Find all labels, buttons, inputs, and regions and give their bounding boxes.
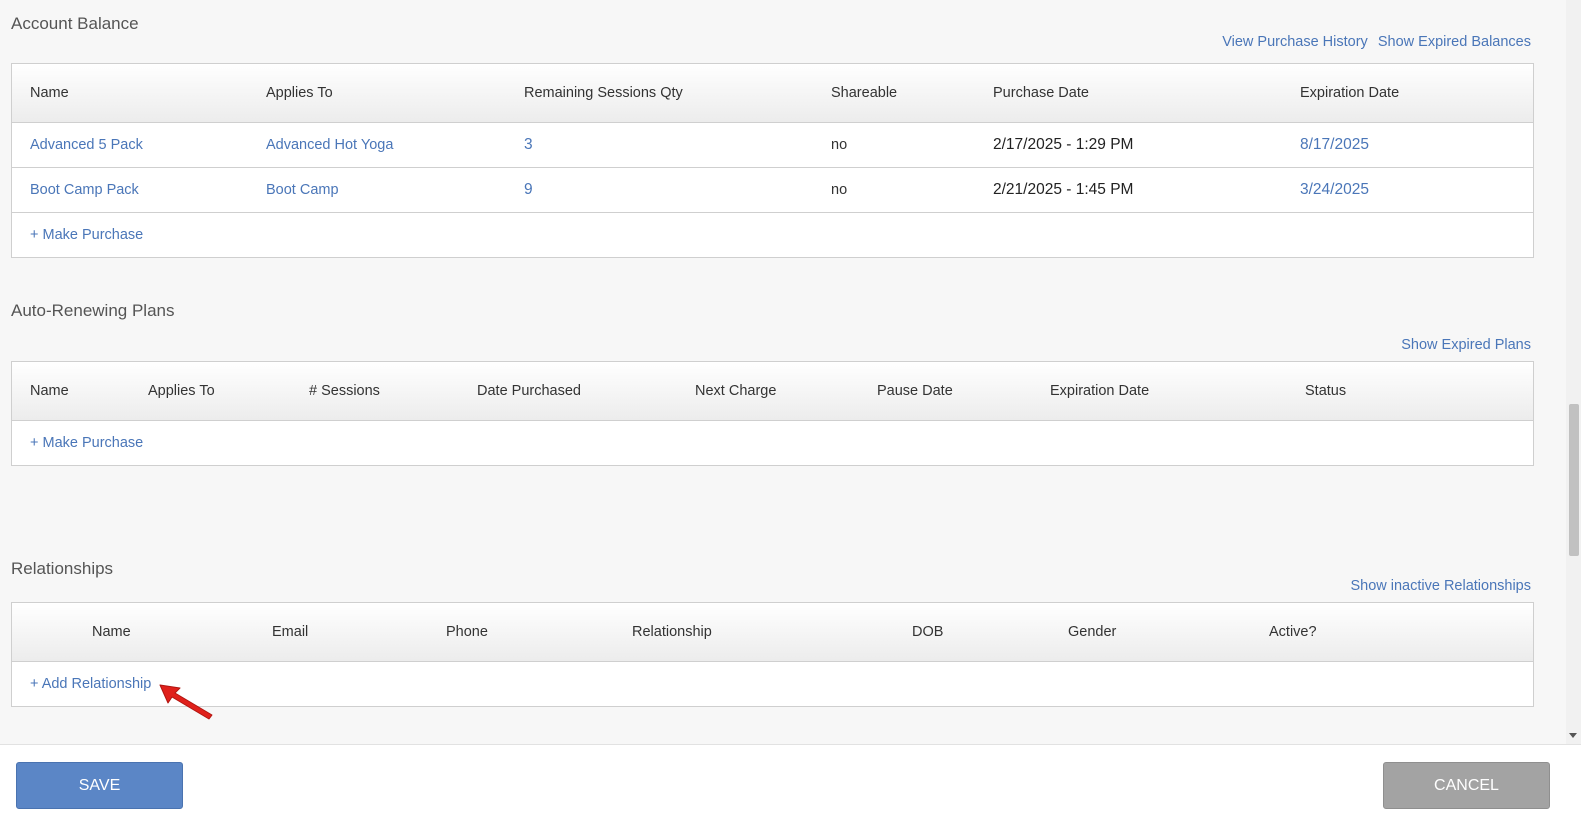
column-header-active: Active? [1269,624,1317,640]
add-relationship-link[interactable]: + Add Relationship [30,676,151,692]
show-inactive-relationships-link[interactable]: Show inactive Relationships [1350,578,1531,594]
remaining-sessions-link[interactable]: 9 [524,181,533,199]
relationships-title: Relationships [11,559,114,578]
scroll-down-arrow-icon[interactable] [1569,733,1577,738]
save-button[interactable]: SAVE [16,762,183,809]
remaining-sessions-link[interactable]: 3 [524,136,533,154]
column-header-expiration-date: Expiration Date [1050,383,1150,399]
scrollbar-thumb[interactable] [1569,404,1579,556]
account-balance-table: Name Applies To Remaining Sessions Qty S… [11,63,1534,258]
table-header: Name Applies To # Sessions Date Purchase… [12,362,1533,421]
column-header-dob: DOB [912,624,944,640]
main-content: Account Balance View Purchase History Sh… [0,0,1566,744]
view-purchase-history-link[interactable]: View Purchase History [1222,34,1368,50]
auto-renewing-plans-table: Name Applies To # Sessions Date Purchase… [11,361,1534,466]
make-purchase-link[interactable]: + Make Purchase [30,435,143,451]
column-header-email: Email [272,624,309,640]
shareable-value: no [831,137,848,153]
auto-renewing-links: Show Expired Plans [1401,337,1531,353]
auto-renewing-plans-title: Auto-Renewing Plans [11,301,175,320]
column-header-shareable: Shareable [831,85,898,101]
column-header-gender: Gender [1068,624,1117,640]
show-expired-plans-link[interactable]: Show Expired Plans [1401,337,1531,353]
cancel-button[interactable]: CANCEL [1383,762,1550,809]
column-header-name: Name [30,383,69,399]
column-header-phone: Phone [446,624,488,640]
vertical-scrollbar[interactable] [1566,0,1581,744]
column-header-name: Name [30,85,69,101]
column-header-expiration-date: Expiration Date [1300,85,1400,101]
make-purchase-link[interactable]: + Make Purchase [30,227,143,243]
applies-to-link[interactable]: Boot Camp [266,182,339,198]
account-balance-title: Account Balance [11,14,139,33]
table-header: Name Applies To Remaining Sessions Qty S… [12,64,1533,123]
table-row: Boot Camp Pack Boot Camp 9 no 2/21/2025 … [12,168,1533,213]
purchase-date-value: 2/21/2025 - 1:45 PM [993,181,1134,198]
column-header-relationship: Relationship [632,624,712,640]
table-action-row: + Make Purchase [12,213,1533,257]
applies-to-link[interactable]: Advanced Hot Yoga [266,137,393,153]
column-header-applies-to: Applies To [266,85,333,101]
expiration-date-link[interactable]: 3/24/2025 [1300,181,1369,199]
expiration-date-link[interactable]: 8/17/2025 [1300,136,1369,154]
relationships-links: Show inactive Relationships [1350,578,1531,594]
column-header-remaining-sessions: Remaining Sessions Qty [524,85,683,101]
column-header-status: Status [1305,383,1347,399]
table-action-row: + Make Purchase [12,421,1533,465]
relationships-table: Name Email Phone Relationship DOB Gender… [11,602,1534,707]
column-header-sessions: # Sessions [309,383,380,399]
column-header-next-charge: Next Charge [695,383,777,399]
column-header-date-purchased: Date Purchased [477,383,581,399]
table-action-row: + Add Relationship [12,662,1533,706]
account-balance-links: View Purchase History Show Expired Balan… [1222,34,1531,50]
purchase-date-value: 2/17/2025 - 1:29 PM [993,136,1134,153]
form-footer: SAVE CANCEL [0,744,1581,830]
column-header-pause-date: Pause Date [877,383,953,399]
shareable-value: no [831,182,848,198]
annotation-arrow-icon [159,684,213,720]
table-header: Name Email Phone Relationship DOB Gender… [12,603,1533,662]
table-row: Advanced 5 Pack Advanced Hot Yoga 3 no 2… [12,123,1533,168]
show-expired-balances-link[interactable]: Show Expired Balances [1378,34,1531,50]
column-header-name: Name [92,624,131,640]
package-name-link[interactable]: Advanced 5 Pack [30,137,143,153]
package-name-link[interactable]: Boot Camp Pack [30,182,139,198]
column-header-purchase-date: Purchase Date [993,85,1089,101]
column-header-applies-to: Applies To [148,383,215,399]
